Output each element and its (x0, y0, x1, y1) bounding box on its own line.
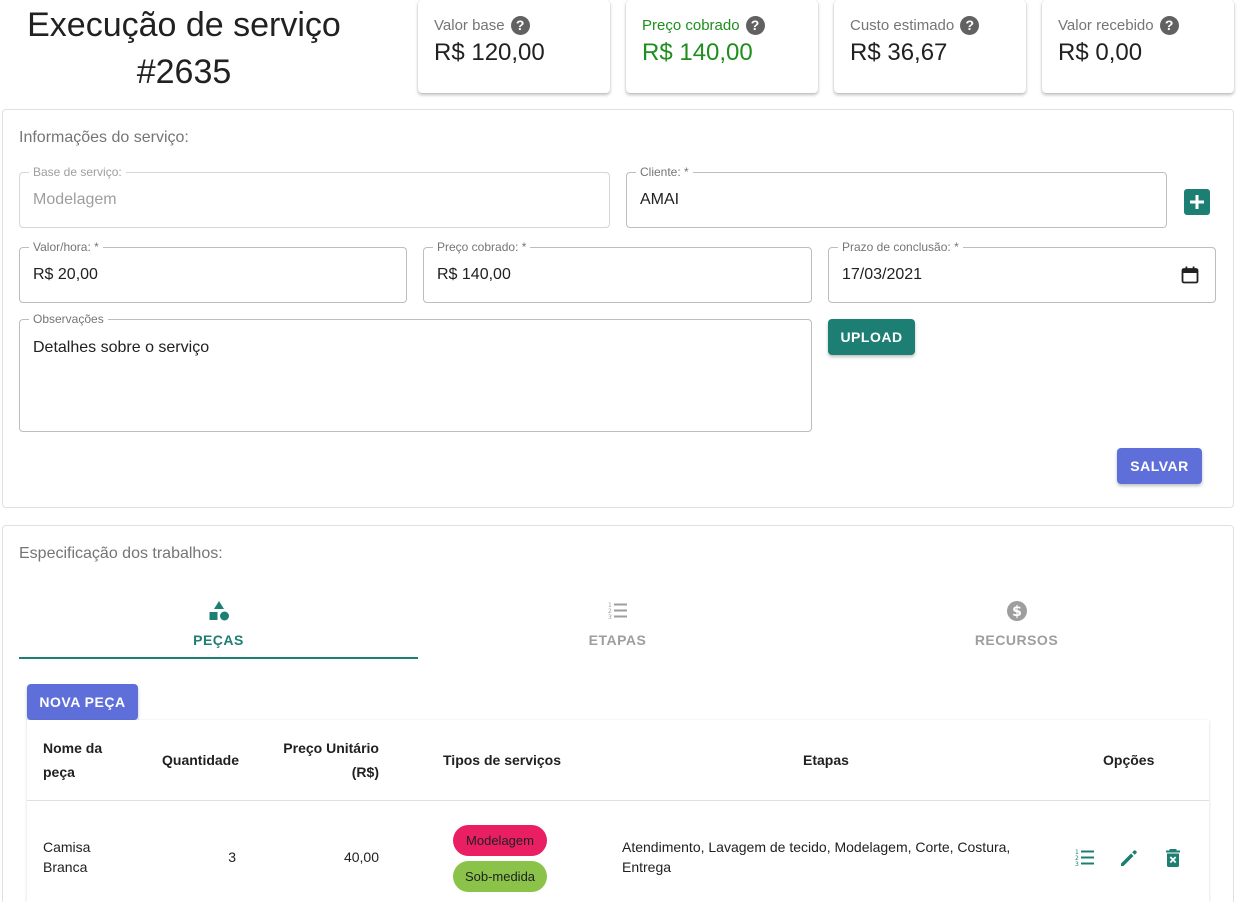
cell-text: Branca (43, 859, 88, 875)
header-text: (R$) (351, 764, 379, 780)
dollar-circle-icon: $ (1006, 601, 1027, 621)
tab-label: RECURSOS (974, 632, 1059, 648)
base-service-field: Base de serviço: Modelagem (19, 165, 610, 228)
numbered-list-icon: 1 2 3 (608, 602, 627, 621)
svg-text:3: 3 (1075, 861, 1079, 868)
stat-value: R$ 140,00 (642, 39, 753, 66)
tab-label: PEÇAS (193, 632, 244, 648)
stat-card-valor-base: Valor base ? R$ 120,00 (418, 0, 610, 93)
tab-label: ETAPAS (588, 632, 647, 648)
edit-icon[interactable] (1118, 847, 1140, 869)
field-label: Preço cobrado: * (433, 240, 531, 254)
field-value: AMAI (640, 191, 680, 208)
stat-label: Valor base (434, 16, 505, 34)
header-steps: Etapas (803, 752, 849, 768)
stat-label: Preço cobrado (642, 16, 740, 34)
field-value: R$ 140,00 (437, 266, 511, 283)
header-quantity: Quantidade (162, 752, 240, 768)
field-label: Valor/hora: * (29, 240, 103, 254)
save-button[interactable]: SALVAR (1117, 448, 1202, 484)
field-value: Modelagem (33, 191, 117, 208)
svg-text:3: 3 (608, 614, 612, 621)
pieces-table: Nome da peça Quantidade Preço Unitário (… (27, 720, 1209, 902)
help-icon[interactable]: ? (960, 15, 980, 35)
chip-modelagem: Modelagem (453, 825, 547, 856)
add-client-button[interactable] (1184, 189, 1210, 215)
work-spec-heading: Especificação dos trabalhos: (19, 545, 223, 562)
field-label: Cliente: * (636, 165, 693, 179)
field-value: 17/03/2021 (842, 266, 923, 283)
upload-button[interactable]: UPLOAD (828, 319, 915, 355)
help-icon[interactable]: ? (1159, 15, 1179, 35)
header-unit-price: Preço Unitário (R$) (277, 736, 379, 784)
stat-label: Custo estimado (850, 16, 955, 34)
cell-text: Entrega (622, 859, 672, 875)
header-options: Opções (1103, 752, 1155, 768)
stat-label: Valor recebido (1058, 16, 1154, 34)
stat-value: R$ 120,00 (434, 39, 545, 66)
stat-card-preco-cobrado: Preço cobrado ? R$ 140,00 (626, 0, 818, 93)
header-text: peça (43, 764, 75, 780)
stat-card-custo-estimado: Custo estimado ? R$ 36,67 (834, 0, 1026, 93)
shapes-icon (209, 601, 229, 621)
chip-sob-medida: Sob-medida (453, 861, 547, 892)
header-service-types: Tipos de serviços (443, 752, 562, 768)
steps-list-icon[interactable]: 1 2 3 (1074, 847, 1096, 869)
charged-price-field[interactable]: Preço cobrado: * R$ 140,00 (423, 240, 812, 303)
cell-text: Atendimento, Lavagem de tecido, Modelage… (622, 839, 1011, 855)
tab-recursos[interactable]: $ RECURSOS (817, 598, 1216, 660)
header-divider (27, 800, 1209, 801)
stat-card-valor-recebido: Valor recebido ? R$ 0,00 (1042, 0, 1234, 93)
tab-etapas[interactable]: 1 2 3 ETAPAS (418, 598, 817, 660)
header-text: Nome da (43, 740, 103, 756)
cell-steps: Atendimento, Lavagem de tecido, Modelage… (622, 837, 1010, 877)
header-piece-name: Nome da peça (43, 736, 102, 784)
page-title-line1: Execução de serviço (27, 6, 341, 44)
page-title: Execução de serviço #2635 (0, 2, 368, 96)
notes-field[interactable]: Observações Detalhes sobre o serviço (19, 312, 812, 432)
hourly-rate-field[interactable]: Valor/hora: * R$ 20,00 (19, 240, 407, 303)
help-icon[interactable]: ? (745, 15, 765, 35)
calendar-icon[interactable] (1181, 266, 1199, 284)
field-label: Prazo de conclusão: * (838, 240, 963, 254)
service-info-panel: Informações do serviço: (2, 109, 1234, 508)
client-field[interactable]: Cliente: * AMAI (626, 165, 1167, 228)
plus-icon (1190, 195, 1204, 209)
deadline-field[interactable]: Prazo de conclusão: * 17/03/2021 (828, 240, 1216, 303)
service-info-heading: Informações do serviço: (19, 129, 189, 146)
svg-text:$: $ (1012, 604, 1022, 620)
field-label: Base de serviço: (29, 165, 126, 179)
help-icon[interactable]: ? (510, 15, 530, 35)
cell-quantity: 3 (228, 849, 236, 865)
cell-text: Camisa (43, 839, 91, 855)
stat-value: R$ 36,67 (850, 39, 948, 66)
header-text: Preço Unitário (283, 740, 379, 756)
field-label: Observações (29, 312, 108, 326)
stat-value: R$ 0,00 (1058, 39, 1143, 66)
field-value: R$ 20,00 (33, 266, 98, 283)
page-title-line2: #2635 (136, 53, 232, 91)
delete-icon[interactable] (1162, 847, 1184, 869)
tab-pecas[interactable]: PEÇAS (19, 598, 418, 660)
cell-unit-price: 40,00 (343, 849, 379, 865)
cell-piece-name: Camisa Branca (43, 837, 90, 877)
new-piece-button[interactable]: NOVA PEÇA (27, 684, 138, 720)
active-tab-indicator (19, 657, 418, 659)
field-value: Detalhes sobre o serviço (33, 339, 210, 356)
